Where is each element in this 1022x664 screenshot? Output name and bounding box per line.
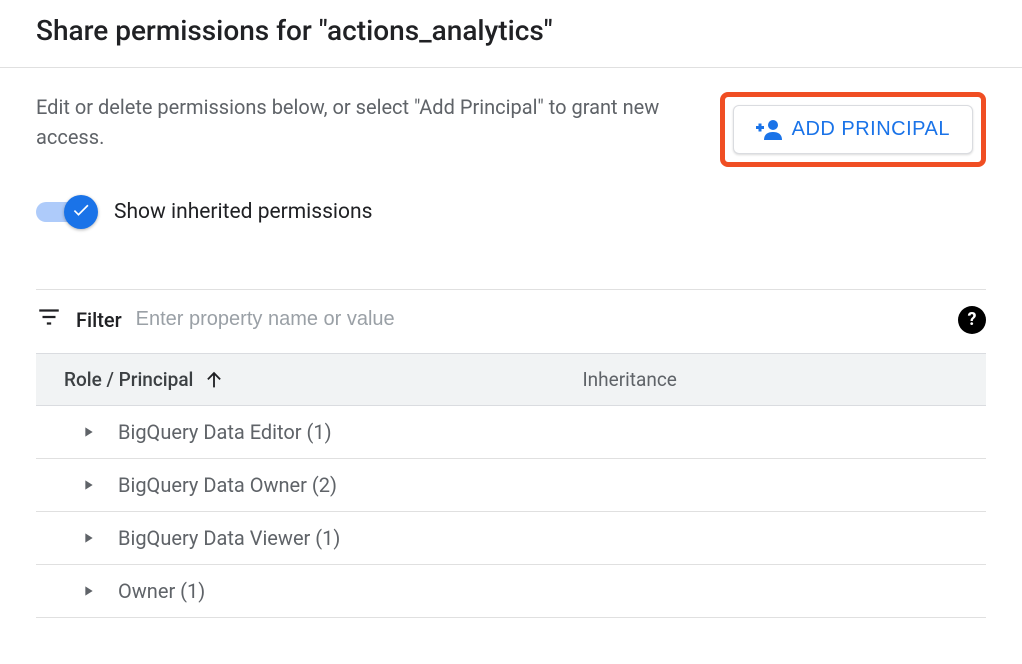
sort-ascending-icon xyxy=(203,369,225,391)
description-text: Edit or delete permissions below, or sel… xyxy=(36,92,676,152)
dialog-header: Share permissions for "actions_analytics… xyxy=(0,0,1022,67)
chevron-right-icon[interactable] xyxy=(80,424,96,440)
filter-label: Filter xyxy=(76,308,122,332)
annotation-highlight: ADD PRINCIPAL xyxy=(720,92,986,167)
help-icon[interactable]: ? xyxy=(958,306,986,334)
filter-input[interactable] xyxy=(136,308,940,331)
table-row[interactable]: BigQuery Data Viewer (1) xyxy=(36,512,986,565)
permissions-table: Filter ? Role / Principal Inheritance Bi… xyxy=(36,289,986,618)
role-label: BigQuery Data Editor (1) xyxy=(118,420,332,444)
intro-row: Edit or delete permissions below, or sel… xyxy=(36,92,986,167)
table-row[interactable]: BigQuery Data Owner (2) xyxy=(36,459,986,512)
inherited-permissions-toggle[interactable] xyxy=(36,195,98,229)
inherited-toggle-row: Show inherited permissions xyxy=(36,195,986,229)
column-header-role[interactable]: Role / Principal xyxy=(64,368,583,391)
column-header-inheritance[interactable]: Inheritance xyxy=(583,368,958,391)
table-row[interactable]: Owner (1) xyxy=(36,565,986,618)
add-principal-label: ADD PRINCIPAL xyxy=(792,118,950,141)
chevron-right-icon[interactable] xyxy=(80,530,96,546)
role-label: BigQuery Data Viewer (1) xyxy=(118,526,340,550)
role-label: BigQuery Data Owner (2) xyxy=(118,473,337,497)
add-principal-button[interactable]: ADD PRINCIPAL xyxy=(733,105,973,154)
page-title: Share permissions for "actions_analytics… xyxy=(36,14,986,47)
filter-icon xyxy=(36,304,62,335)
content-area: Edit or delete permissions below, or sel… xyxy=(0,68,1022,618)
role-label: Owner (1) xyxy=(118,579,205,603)
inherited-permissions-label: Show inherited permissions xyxy=(114,200,372,224)
table-row[interactable]: BigQuery Data Editor (1) xyxy=(36,406,986,459)
check-icon xyxy=(71,200,91,225)
chevron-right-icon[interactable] xyxy=(80,477,96,493)
column-header-role-label: Role / Principal xyxy=(64,368,193,391)
filter-bar: Filter ? xyxy=(36,289,986,353)
chevron-right-icon[interactable] xyxy=(80,583,96,599)
add-person-icon xyxy=(756,119,782,141)
table-header-row: Role / Principal Inheritance xyxy=(36,353,986,406)
